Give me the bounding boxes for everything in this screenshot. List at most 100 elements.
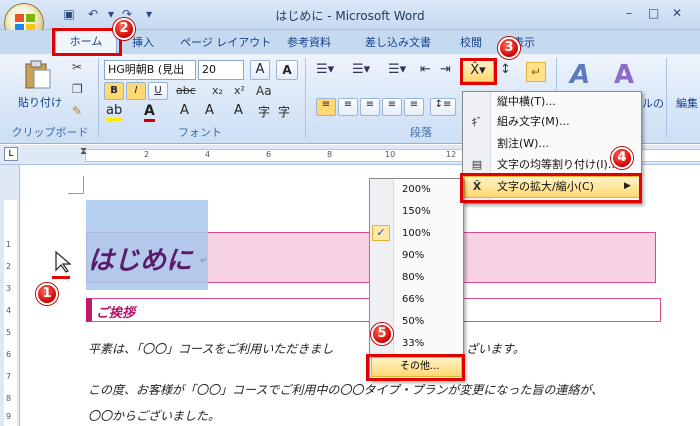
- multilevel-list-icon[interactable]: ☰▾: [388, 62, 406, 77]
- align-center-icon[interactable]: ≡: [338, 98, 358, 116]
- superscript-icon[interactable]: x²: [234, 84, 245, 97]
- paragraph-1-end[interactable]: ざいます。: [466, 340, 525, 357]
- paragraph-3[interactable]: 〇〇からございました。: [88, 407, 220, 424]
- font-size-select[interactable]: 20: [198, 60, 244, 80]
- increase-indent-icon[interactable]: ⇥: [440, 62, 451, 77]
- edit-button[interactable]: 編集: [676, 95, 698, 111]
- greeting-heading[interactable]: ご挨拶: [96, 302, 135, 321]
- scale-option[interactable]: 33%: [402, 335, 424, 353]
- minimize-icon[interactable]: –: [626, 6, 632, 20]
- scale-option[interactable]: 200%: [402, 181, 431, 199]
- vruler-number: 7: [6, 372, 12, 381]
- align-left-icon[interactable]: ≡: [316, 98, 336, 116]
- scale-option[interactable]: 150%: [402, 203, 431, 221]
- cut-icon[interactable]: ✂: [72, 60, 82, 74]
- ruler-number: 8: [327, 150, 333, 159]
- char-border-icon[interactable]: A: [205, 103, 214, 118]
- ruler-number: 6: [266, 150, 272, 159]
- callout-box-other: [366, 354, 465, 381]
- combine-chars-icon: ｷﾞ: [471, 116, 483, 129]
- phonetic-icon[interactable]: 字: [278, 103, 290, 120]
- styles-icon[interactable]: A: [570, 60, 590, 90]
- font-name-select[interactable]: HG明朝B (見出: [104, 60, 196, 80]
- scale-option[interactable]: 50%: [402, 313, 424, 331]
- paragraph-mark-icon: ↵: [200, 256, 208, 266]
- vruler-number: 9: [6, 412, 12, 421]
- align-right-icon[interactable]: ≡: [360, 98, 380, 116]
- undo-icon[interactable]: ↶: [84, 6, 102, 22]
- char-shading-icon[interactable]: A: [234, 103, 243, 118]
- callout-box-char-scale: [460, 173, 642, 203]
- highlight-icon[interactable]: ab: [106, 103, 123, 121]
- paragraph-2[interactable]: この度、お客様が「〇〇」コースでご利用中の〇〇タイプ・プランが変更になった旨の連…: [88, 381, 603, 398]
- menu-icon-strip: [370, 179, 394, 380]
- bullets-icon[interactable]: ☰▾: [316, 62, 334, 77]
- document-title[interactable]: はじめに: [88, 240, 192, 277]
- ruler-number: 4: [205, 150, 211, 159]
- grow-font-icon[interactable]: A: [250, 60, 270, 80]
- ruler-number: 12: [446, 150, 457, 159]
- tab-page-layout[interactable]: ページ レイアウト: [180, 34, 271, 52]
- maximize-icon[interactable]: □: [648, 6, 659, 20]
- menu-item-warichu[interactable]: 割注(W)...: [497, 134, 549, 154]
- enclose-char-icon[interactable]: 字: [258, 103, 270, 120]
- vruler-number: 8: [6, 394, 12, 403]
- paste-button[interactable]: 貼り付け: [18, 94, 62, 110]
- distributed-icon[interactable]: ≡: [404, 98, 424, 116]
- ruler-number: 2: [144, 150, 150, 159]
- window-controls[interactable]: – □ ✕: [622, 4, 692, 24]
- customize-qa-icon[interactable]: ▾: [140, 6, 158, 22]
- clear-format-icon[interactable]: A: [276, 60, 298, 80]
- callout-badge-5: 5: [371, 323, 393, 345]
- callout-badge-2: 2: [113, 18, 135, 40]
- bold-button[interactable]: B: [104, 82, 124, 100]
- decrease-indent-icon[interactable]: ⇤: [420, 62, 431, 77]
- menu-item-combine-chars[interactable]: 組み文字(M)...: [497, 112, 570, 132]
- strikethrough-icon[interactable]: abc: [176, 84, 196, 97]
- copy-icon[interactable]: ❐: [72, 82, 83, 96]
- callout-box-home: [52, 28, 122, 56]
- scale-option[interactable]: 90%: [402, 247, 424, 265]
- paragraph-1[interactable]: 平素は、「〇〇」コースをご利用いただきまし: [88, 340, 333, 357]
- scale-option[interactable]: 80%: [402, 269, 424, 287]
- font-color-icon[interactable]: A: [144, 103, 155, 122]
- tab-insert[interactable]: 挿入: [132, 34, 154, 52]
- menu-item-tate-chu-yoko[interactable]: 縦中横(T)...: [497, 92, 556, 112]
- underline-button[interactable]: U: [148, 82, 168, 100]
- font-shrink-icon[interactable]: A: [180, 103, 189, 118]
- vruler-number: 2: [6, 262, 12, 271]
- group-separator: [98, 58, 99, 138]
- numbering-icon[interactable]: ☰▾: [352, 62, 370, 77]
- format-painter-icon[interactable]: ✎: [72, 104, 82, 118]
- close-icon[interactable]: ✕: [672, 6, 682, 20]
- vruler-number: 4: [6, 306, 12, 315]
- callout-box-asian-layout: [460, 58, 497, 85]
- tab-selector-icon[interactable]: L: [4, 147, 18, 161]
- sort-icon[interactable]: ↕: [500, 62, 511, 77]
- callout-badge-4: 4: [611, 147, 633, 169]
- scale-option-checked[interactable]: 100%: [402, 225, 431, 243]
- group-separator: [666, 58, 667, 138]
- tab-references[interactable]: 参考資料: [287, 34, 331, 52]
- tab-mailings[interactable]: 差し込み文書: [365, 34, 431, 52]
- paste-icon[interactable]: [20, 60, 56, 90]
- indent-marker-icon[interactable]: ⧗: [80, 146, 87, 157]
- scale-option[interactable]: 66%: [402, 291, 424, 309]
- styles-partial-label: ルの: [642, 97, 664, 110]
- show-marks-icon[interactable]: ↵: [526, 62, 546, 82]
- checkmark-icon: ✓: [372, 225, 390, 241]
- save-icon[interactable]: ▣: [60, 6, 78, 22]
- change-styles-icon[interactable]: A: [614, 60, 634, 90]
- vruler-number: 5: [6, 328, 12, 337]
- change-case-icon[interactable]: Aa: [256, 84, 272, 98]
- vruler-number: 3: [6, 284, 12, 293]
- italic-button[interactable]: I: [126, 82, 146, 100]
- subscript-icon[interactable]: x₂: [212, 84, 223, 97]
- clipboard-group-label: クリップボード: [11, 126, 89, 139]
- justify-icon[interactable]: ≡: [382, 98, 402, 116]
- vruler-number: 6: [6, 350, 12, 359]
- tab-review[interactable]: 校閲: [460, 34, 482, 52]
- menu-item-distribute[interactable]: 文字の均等割り付け(I)...: [497, 155, 618, 175]
- line-spacing-icon[interactable]: ↕≡: [430, 98, 456, 116]
- vruler-number: 1: [6, 240, 12, 249]
